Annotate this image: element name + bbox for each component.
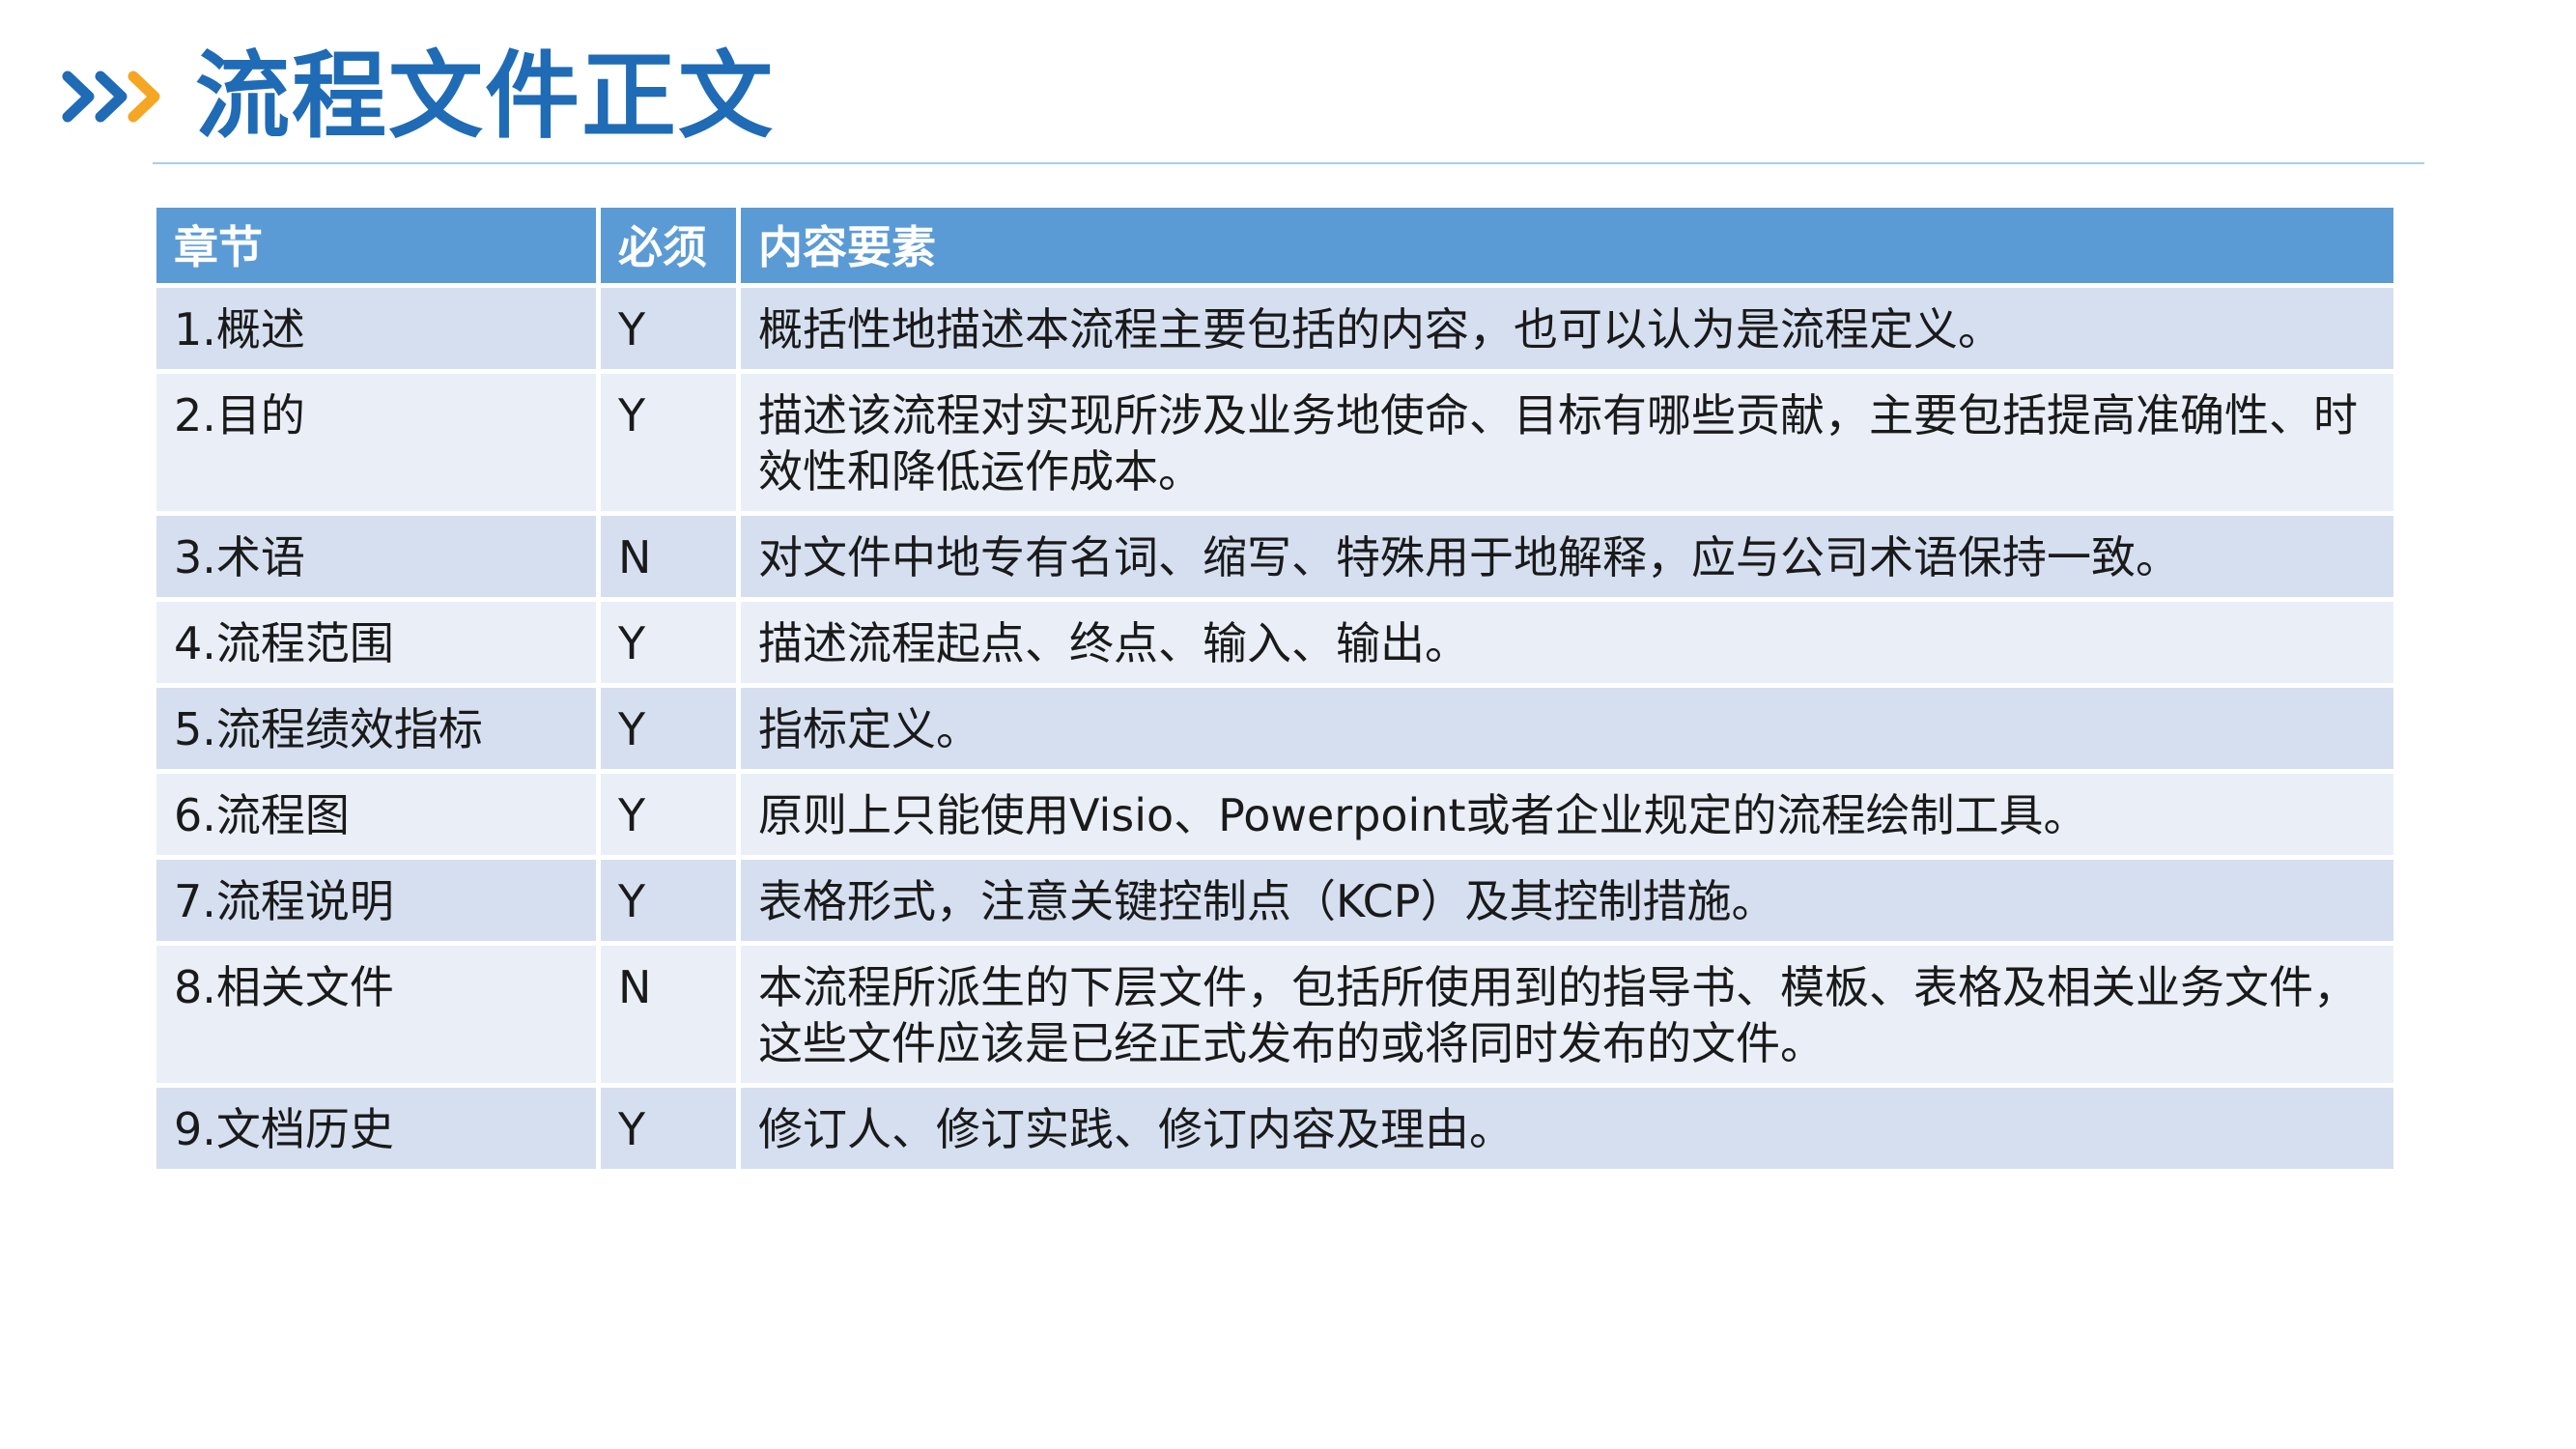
section-cell: 1.概述 (156, 288, 596, 369)
required-cell: N (601, 946, 736, 1083)
required-cell: Y (601, 1088, 736, 1169)
page-title: 流程文件正文 (195, 42, 776, 152)
table-row: 1.概述 Y 概括性地描述本流程主要包括的内容，也可以认为是流程定义。 (156, 288, 2393, 369)
required-cell: Y (601, 602, 736, 683)
content-cell: 描述该流程对实现所涉及业务地使命、目标有哪些贡献，主要包括提高准确性、时效性和降… (741, 374, 2393, 511)
required-cell: Y (601, 860, 736, 941)
table-row: 5.流程绩效指标 Y 指标定义。 (156, 688, 2393, 769)
content-cell: 描述流程起点、终点、输入、输出。 (741, 602, 2393, 683)
content-cell: 修订人、修订实践、修订内容及理由。 (741, 1088, 2393, 1169)
column-header-required: 必须 (601, 208, 736, 283)
content-cell: 本流程所派生的下层文件，包括所使用到的指导书、模板、表格及相关业务文件，这些文件… (741, 946, 2393, 1083)
table-row: 7.流程说明 Y 表格形式，注意关键控制点（KCP）及其控制措施。 (156, 860, 2393, 941)
section-cell: 5.流程绩效指标 (156, 688, 596, 769)
section-cell: 6.流程图 (156, 774, 596, 855)
table-row: 3.术语 N 对文件中地专有名词、缩写、特殊用于地解释，应与公司术语保持一致。 (156, 516, 2393, 597)
required-cell: Y (601, 374, 736, 511)
table-row: 4.流程范围 Y 描述流程起点、终点、输入、输出。 (156, 602, 2393, 683)
section-cell: 9.文档历史 (156, 1088, 596, 1169)
table-row: 2.目的 Y 描述该流程对实现所涉及业务地使命、目标有哪些贡献，主要包括提高准确… (156, 374, 2393, 511)
table-row: 8.相关文件 N 本流程所派生的下层文件，包括所使用到的指导书、模板、表格及相关… (156, 946, 2393, 1083)
table-row: 6.流程图 Y 原则上只能使用Visio、Powerpoint或者企业规定的流程… (156, 774, 2393, 855)
table-header-row: 章节 必须 内容要素 (156, 208, 2393, 283)
content-cell: 对文件中地专有名词、缩写、特殊用于地解释，应与公司术语保持一致。 (741, 516, 2393, 597)
required-cell: N (601, 516, 736, 597)
double-chevron-right-icon (62, 71, 160, 123)
content-cell: 原则上只能使用Visio、Powerpoint或者企业规定的流程绘制工具。 (741, 774, 2393, 855)
column-header-content: 内容要素 (741, 208, 2393, 283)
section-cell: 4.流程范围 (156, 602, 596, 683)
column-header-section: 章节 (156, 208, 596, 283)
required-cell: Y (601, 688, 736, 769)
title-divider (153, 162, 2424, 164)
required-cell: Y (601, 774, 736, 855)
content-cell: 指标定义。 (741, 688, 2393, 769)
section-cell: 7.流程说明 (156, 860, 596, 941)
title-bar: 流程文件正文 (60, 29, 775, 164)
table-row: 9.文档历史 Y 修订人、修订实践、修订内容及理由。 (156, 1088, 2393, 1169)
section-cell: 8.相关文件 (156, 946, 596, 1083)
content-cell: 表格形式，注意关键控制点（KCP）及其控制措施。 (741, 860, 2393, 941)
section-cell: 3.术语 (156, 516, 596, 597)
section-cell: 2.目的 (156, 374, 596, 511)
content-cell: 概括性地描述本流程主要包括的内容，也可以认为是流程定义。 (741, 288, 2393, 369)
process-document-table: 章节 必须 内容要素 1.概述 Y 概括性地描述本流程主要包括的内容，也可以认为… (152, 203, 2398, 1174)
required-cell: Y (601, 288, 736, 369)
